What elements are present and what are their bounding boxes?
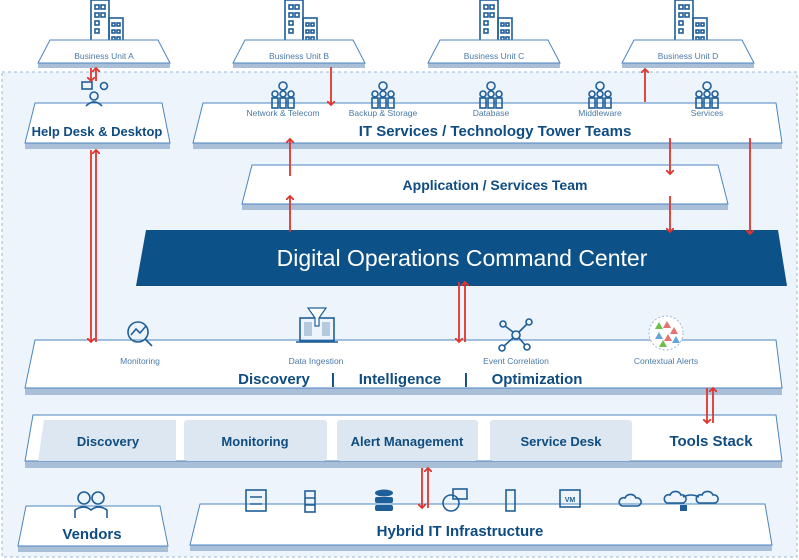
pillar-separator: | [331,371,335,388]
pillar-optimization: Optimization [492,371,583,388]
team-label: Services [691,108,724,118]
command-center-box[interactable]: Digital Operations Command Center [136,230,787,286]
team-label: Middleware [578,108,622,118]
tool-label: Alert Management [351,434,464,449]
capability-label: Event Correlation [483,356,549,366]
capability-label: Data Ingestion [289,356,344,366]
tool-label: Discovery [77,434,140,449]
business-unit-c[interactable]: Business Unit C [427,0,561,68]
help-desk-title: Help Desk & Desktop [32,124,163,139]
business-unit-label: Business Unit D [658,51,718,61]
tools-stack-box[interactable]: Discovery Monitoring Alert Management Se… [24,414,783,468]
pillar-intelligence: Intelligence [359,371,442,388]
hybrid-infrastructure-title: Hybrid IT Infrastructure [377,523,544,540]
business-unit-d[interactable]: Business Unit D [621,0,755,68]
business-unit-label: Business Unit B [269,51,329,61]
tool-label: Service Desk [521,434,603,449]
building-icon [472,0,520,47]
business-unit-label: Business Unit C [464,51,524,61]
building-icon [277,0,325,47]
team-label: Network & Telecom [246,108,319,118]
business-unit-label: Business Unit A [74,51,134,61]
application-team-title: Application / Services Team [403,177,588,193]
building-icon [667,0,715,47]
database-icon [375,489,393,511]
command-center-title: Digital Operations Command Center [277,245,648,271]
pillar-discovery: Discovery [238,371,310,388]
application-team-box[interactable]: Application / Services Team [241,164,729,210]
team-label: Backup & Storage [349,108,418,118]
capability-label: Monitoring [120,356,160,366]
it-operations-diagram: Business Unit A Business Unit B Business… [1,0,798,558]
business-unit-a[interactable]: Business Unit A [37,0,171,68]
tools-stack-title: Tools Stack [669,433,753,450]
vendors-title: Vendors [62,526,121,543]
team-label: Database [473,108,510,118]
tool-label: Monitoring [221,434,288,449]
capability-label: Contextual Alerts [634,356,698,366]
svg-text:VM: VM [565,497,576,504]
it-services-title: IT Services / Technology Tower Teams [359,123,632,140]
building-icon [83,0,131,47]
contextual-alerts-icon [648,315,684,351]
pillar-separator: | [464,371,468,388]
business-unit-b[interactable]: Business Unit B [232,0,366,68]
